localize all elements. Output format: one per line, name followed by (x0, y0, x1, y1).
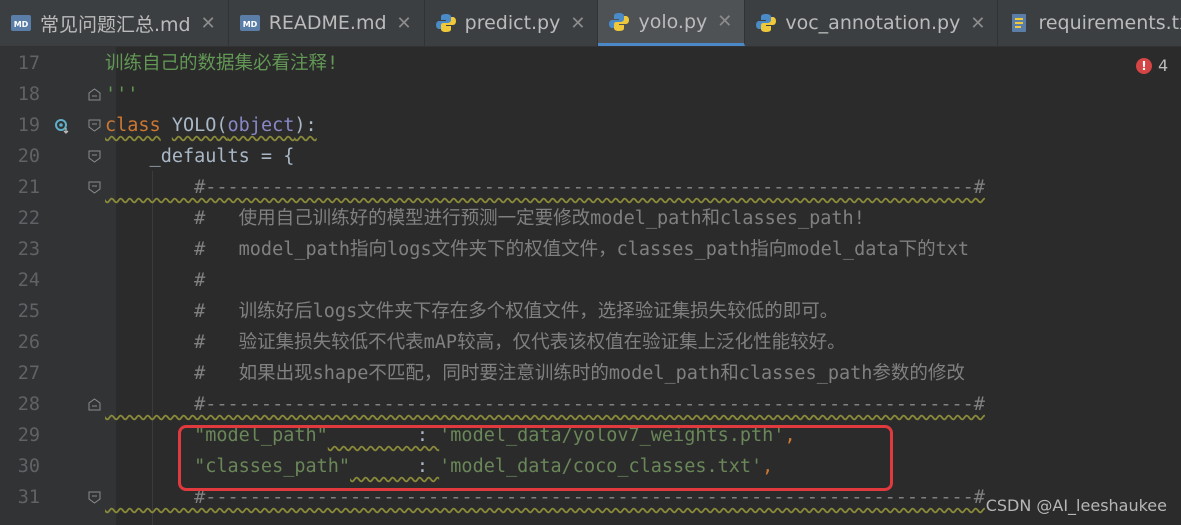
line-number: 24 (17, 270, 40, 291)
tab-requirements-txt[interactable]: requirements.txt ✕ (998, 0, 1181, 46)
line-number: 17 (17, 53, 40, 74)
tab-label: voc_annotation.py (785, 12, 961, 34)
fold-start-icon[interactable] (88, 150, 101, 163)
line-number: 25 (17, 301, 40, 322)
fold-start-icon[interactable] (88, 119, 101, 132)
line-number: 18 (17, 84, 40, 105)
line-number: 19 (17, 115, 40, 136)
base-class: object (227, 115, 295, 136)
comment-text: # 使用自己训练好的模型进行预测一定要修改model_path和classes_… (105, 208, 865, 229)
close-icon[interactable]: ✕ (570, 13, 585, 34)
line-number: 20 (17, 146, 40, 167)
class-definition: class YOLO(object): (105, 110, 317, 141)
line-number: 27 (17, 363, 40, 384)
code-line: 25 # 训练好后logs文件夹下存在多个权值文件，选择验证集损失较低的即可。 (0, 296, 1181, 327)
svg-text:MD: MD (242, 20, 257, 29)
text-file-icon (1012, 14, 1027, 32)
fold-end-icon[interactable] (88, 398, 101, 411)
python-icon (756, 14, 777, 32)
line-number: 22 (17, 208, 40, 229)
punctuation: ): (294, 115, 317, 136)
markdown-icon: MD (239, 15, 260, 31)
line-number: 28 (17, 394, 40, 415)
python-icon (435, 14, 456, 32)
code-line: 21 #------------------------------------… (0, 172, 1181, 203)
comment-text: #---------------------------------------… (105, 177, 985, 198)
tab-predict-py[interactable]: predict.py ✕ (425, 0, 599, 46)
code-line: 26 # 验证集损失较低不代表mAP较高，仅代表该权值在验证集上泛化性能较好。 (0, 327, 1181, 358)
fold-start-icon[interactable] (88, 181, 101, 194)
docstring-text: ''' (105, 84, 139, 105)
tab-label: yolo.py (638, 10, 708, 33)
code-text: _defaults = { (105, 146, 295, 167)
code-line: 22 # 使用自己训练好的模型进行预测一定要修改model_path和class… (0, 203, 1181, 234)
highlight-box (178, 425, 893, 491)
comment-text: # 训练好后logs文件夹下存在多个权值文件，选择验证集损失较低的即可。 (105, 301, 839, 322)
tab-yolo-py[interactable]: yolo.py ✕ (598, 0, 746, 46)
markdown-icon: MD (11, 15, 31, 31)
fold-end-icon[interactable] (88, 88, 101, 101)
close-icon[interactable]: ✕ (717, 11, 732, 32)
python-icon (609, 12, 630, 31)
svg-text:MD: MD (14, 20, 29, 29)
docstring-text: 训练自己的数据集必看注释! (105, 53, 339, 74)
code-line: 23 # model_path指向logs文件夹下的权值文件，classes_p… (0, 234, 1181, 265)
code-line: 19 class YOLO(object): (0, 110, 1181, 141)
implementation-icon[interactable] (54, 118, 70, 134)
close-icon[interactable]: ✕ (397, 13, 412, 34)
editor-tab-bar: MD 常见问题汇总.md ✕ MD README.md ✕ predict.py… (0, 0, 1181, 47)
code-line: 17 训练自己的数据集必看注释! (0, 48, 1181, 79)
comment-text: # 验证集损失较低不代表mAP较高，仅代表该权值在验证集上泛化性能较好。 (105, 332, 846, 353)
line-number: 23 (17, 239, 40, 260)
comment-text: # 如果出现shape不匹配，同时要注意训练时的model_path和class… (105, 363, 965, 384)
code-editor[interactable]: ! 4 17 训练自己的数据集必看注释! 18 ''' 19 class YOL… (0, 47, 1181, 525)
comment-text: # model_path指向logs文件夹下的权值文件，classes_path… (105, 239, 970, 260)
code-line: 24 # (0, 265, 1181, 296)
keyword: class (105, 115, 161, 136)
tab-label: predict.py (464, 12, 561, 34)
tab-label: 常见问题汇总.md (40, 13, 191, 36)
code-line: 27 # 如果出现shape不匹配，同时要注意训练时的model_path和cl… (0, 358, 1181, 389)
line-number: 26 (17, 332, 40, 353)
class-name: YOLO (171, 115, 217, 136)
tab-readme-md[interactable]: MD README.md ✕ (229, 0, 425, 46)
tab-faq-md[interactable]: MD 常见问题汇总.md ✕ (0, 0, 229, 46)
tab-label: README.md (268, 12, 387, 34)
tab-label: requirements.txt (1038, 12, 1181, 34)
line-number: 29 (17, 425, 40, 446)
comment-text: #---------------------------------------… (105, 394, 985, 415)
code-line: 28 #------------------------------------… (0, 389, 1181, 420)
tab-voc-annotation-py[interactable]: voc_annotation.py ✕ (745, 0, 999, 46)
fold-start-icon[interactable] (88, 491, 101, 504)
code-line: 20 _defaults = { (0, 141, 1181, 172)
code-line: 18 ''' (0, 79, 1181, 110)
close-icon[interactable]: ✕ (201, 13, 216, 34)
line-number: 31 (17, 487, 40, 508)
line-number: 21 (17, 177, 40, 198)
line-number: 30 (17, 456, 40, 477)
watermark: CSDN @AI_leeshaukee (985, 496, 1167, 515)
comment-text: # (105, 270, 206, 291)
punctuation: ( (216, 115, 228, 136)
close-icon[interactable]: ✕ (970, 13, 985, 34)
